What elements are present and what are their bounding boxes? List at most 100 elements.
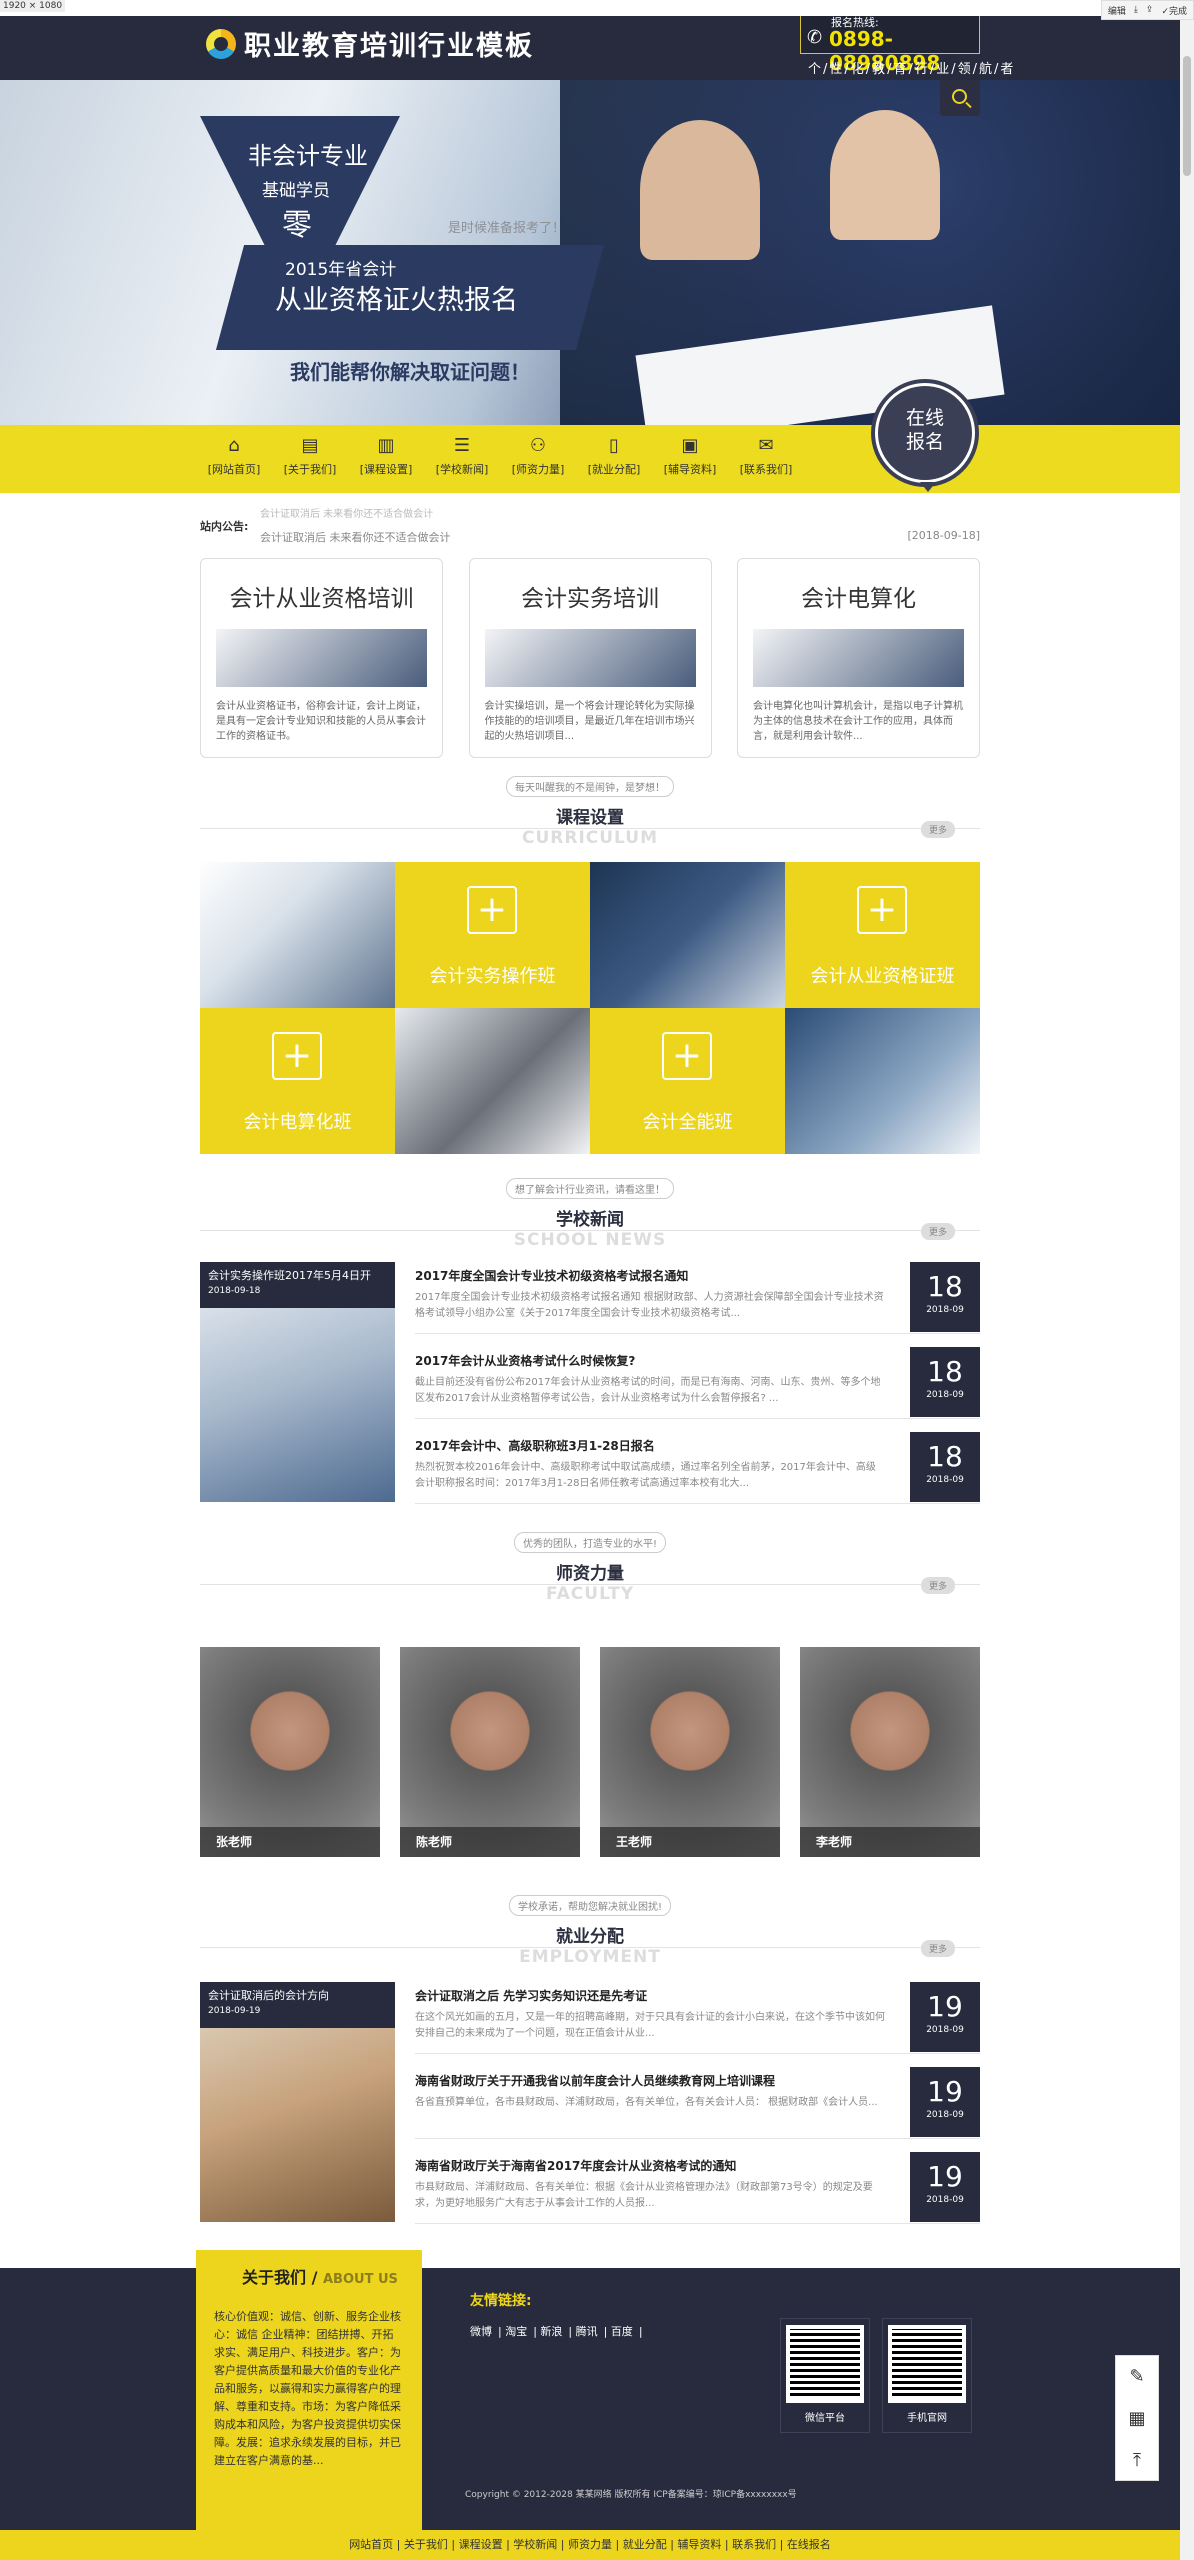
- course-title: 会计从业资格证班: [810, 966, 955, 987]
- employment-item[interactable]: 会计证取消之后 先学习实务知识还是先考证 在这个风光如画的五月，又是一年的招聘高峰…: [415, 1982, 980, 2054]
- employment-feature[interactable]: 会计证取消后的会计方向 2018-09-19: [200, 1982, 395, 2222]
- date-day: 18: [927, 1440, 963, 1473]
- course-tile[interactable]: + 会计全能班: [590, 1008, 785, 1154]
- online-signup-button[interactable]: 在线报名: [875, 383, 975, 492]
- qr-mobile[interactable]: 手机官网: [882, 2318, 972, 2433]
- course-tile[interactable]: + 会计实务操作班: [395, 862, 590, 1008]
- section-subtitle: FACULTY: [545, 1584, 635, 1604]
- employment-desc: 各省直预算单位，各市县财政局、洋浦财政局，各有关单位，各有关会计人员： 根据财政…: [415, 2097, 878, 2108]
- slogan: 个/性/化/教/育/行/业/领/航/者: [808, 62, 1016, 77]
- nav-item-contact[interactable]: ✉ [联系我们]: [728, 435, 804, 477]
- about-text: 核心价值观：诚信、创新、服务企业核心：诚信 企业精神：团结拼搏、开拓求实、满足用…: [214, 2310, 401, 2467]
- employment-item[interactable]: 海南省财政厅关于开通我省以前年度会计人员继续教育网上培训课程各省直预算单位，各市…: [415, 2067, 980, 2139]
- employment-item[interactable]: 海南省财政厅关于海南省2017年度会计从业资格考试的通知 市县财政局、洋浦财政局、…: [415, 2152, 980, 2224]
- search-button[interactable]: [940, 80, 980, 116]
- news-feature[interactable]: 会计实务操作班2017年5月4日开 2018-09-18: [200, 1262, 395, 1502]
- date-box: 18 2018-09: [910, 1432, 980, 1502]
- course-tile[interactable]: + 会计电算化班: [200, 1008, 395, 1154]
- more-button[interactable]: 更多: [920, 1223, 955, 1240]
- bottom-nav-item[interactable]: 学校新闻: [513, 2538, 557, 2551]
- teacher-card[interactable]: 陈老师: [400, 1647, 580, 1857]
- qr-label: 手机官网: [907, 2413, 947, 2424]
- feature-card[interactable]: 会计实务培训 会计实操培训，是一个将会计理论转化为实际操作技能的的培训项目，是最近…: [468, 558, 712, 758]
- nav-item-faculty[interactable]: ⚇ [师资力量]: [500, 435, 576, 477]
- course-tile[interactable]: + 会计从业资格证班: [785, 862, 980, 1008]
- nav-item-courses[interactable]: ▥ [课程设置]: [348, 435, 424, 477]
- news-title: 2017年度全国会计专业技术初级资格考试报名通知: [415, 1269, 689, 1283]
- share-icon[interactable]: ⇪: [1146, 5, 1154, 15]
- more-button[interactable]: 更多: [920, 821, 955, 838]
- teacher-list: 张老师 陈老师 王老师 李老师: [200, 1647, 980, 1857]
- teacher-name: 陈老师: [400, 1827, 580, 1857]
- scrollbar-thumb[interactable]: [1183, 56, 1191, 176]
- employment-title: 海南省财政厅关于开通我省以前年度会计人员继续教育网上培训课程: [415, 2074, 776, 2088]
- site-title: 职业教育培训行业模板: [244, 31, 534, 62]
- news-item[interactable]: 2017年会计中、高级职称班3月1-28日报名 热烈祝贺本校2016年会计中、高级…: [415, 1432, 980, 1504]
- date-box: 19 2018-09: [910, 2067, 980, 2137]
- bottom-nav-item[interactable]: 联系我们: [732, 2538, 776, 2551]
- bottom-nav-item[interactable]: 网站首页: [349, 2538, 393, 2551]
- download-icon[interactable]: ⤓: [1134, 5, 1138, 15]
- back-to-top-icon[interactable]: ⤒: [1116, 2440, 1158, 2482]
- nav-item-employment[interactable]: ▯ [就业分配]: [576, 435, 652, 477]
- nav-item-about[interactable]: ▤ [关于我们]: [272, 435, 348, 477]
- side-toolbar: ✎ ▦ ⤒: [1115, 2355, 1159, 2481]
- friend-link[interactable]: 微博: [470, 2325, 492, 2338]
- teacher-card[interactable]: 王老师: [600, 1647, 780, 1857]
- friend-link[interactable]: 新浪: [540, 2325, 562, 2338]
- copyright: Copyright © 2012-2028 某某网络 版权所有 ICP备案编号：…: [465, 2490, 797, 2500]
- bottom-nav-item[interactable]: 课程设置: [459, 2538, 503, 2551]
- section-divider: [200, 828, 980, 829]
- news-item[interactable]: 2017年度全国会计专业技术初级资格考试报名通知 2017年度全国会计专业技术初级…: [415, 1262, 980, 1334]
- section-header-curriculum: 每天叫醒我的不是闹钟，是梦想！ 课程设置 CURRICULUM 更多: [200, 776, 980, 848]
- nav-label: [学校新闻]: [435, 463, 489, 476]
- bottom-nav-item[interactable]: 在线报名: [787, 2538, 831, 2551]
- qr-wechat[interactable]: 微信平台: [780, 2318, 870, 2433]
- friend-link[interactable]: 淘宝: [505, 2325, 527, 2338]
- more-button[interactable]: 更多: [920, 1577, 955, 1594]
- nav-item-news[interactable]: ☰ [学校新闻]: [424, 435, 500, 477]
- plus-icon: +: [272, 1032, 322, 1080]
- section-title: 课程设置: [556, 808, 624, 828]
- feature-card[interactable]: 会计从业资格培训 会计从业资格证书，俗称会计证，会计上岗证，是具有一定会计专业知识…: [200, 558, 443, 758]
- course-title: 会计全能班: [642, 1112, 733, 1133]
- edit-icon[interactable]: ✎: [1116, 2356, 1158, 2398]
- notice-link[interactable]: 会计证取消后 未来看你还不适合做会计: [260, 529, 451, 545]
- done-button[interactable]: ✓完成: [1161, 4, 1187, 17]
- nav-item-materials[interactable]: ▣ [辅导资料]: [652, 435, 728, 477]
- employment-title: 海南省财政厅关于海南省2017年度会计从业资格考试的通知: [415, 2159, 737, 2173]
- course-title: 会计实务操作班: [429, 966, 556, 987]
- card-title: 会计电算化: [801, 586, 916, 612]
- qr-code-icon[interactable]: ▦: [1116, 2398, 1158, 2440]
- date-day: 19: [927, 1990, 963, 2023]
- scrollbar[interactable]: [1180, 16, 1194, 2560]
- nav-label: [师资力量]: [511, 463, 565, 476]
- nav-label: [就业分配]: [587, 463, 641, 476]
- employment-desc: 在这个风光如画的五月，又是一年的招聘高峰期，对于只具有会计证的会计小白来说，在这…: [415, 2012, 885, 2039]
- bottom-nav-item[interactable]: 师资力量: [568, 2538, 612, 2551]
- more-button[interactable]: 更多: [920, 1940, 955, 1957]
- news-item[interactable]: 2017年会计从业资格考试什么时候恢复? 截止目前还没有省份公布2017年会计从业…: [415, 1347, 980, 1419]
- banner-text-basic: 基础学员: [262, 181, 330, 201]
- edit-button[interactable]: 编辑: [1108, 4, 1126, 17]
- course-image: [785, 1008, 980, 1154]
- friend-link[interactable]: 腾讯: [576, 2325, 598, 2338]
- section-pill: 优秀的团队，打造专业的水平!: [513, 1532, 666, 1553]
- date-day: 18: [927, 1270, 963, 1303]
- bottom-nav-item[interactable]: 辅导资料: [677, 2538, 721, 2551]
- about-panel: 关于我们 / ABOUT US 核心价值观：诚信、创新、服务企业核心：诚信 企业…: [196, 2250, 422, 2550]
- date-box: 19 2018-09: [910, 1982, 980, 2052]
- section-pill: 学校承诺，帮助您解决就业困扰!: [508, 1895, 671, 1916]
- teacher-card[interactable]: 李老师: [800, 1647, 980, 1857]
- bottom-nav-item[interactable]: 就业分配: [623, 2538, 667, 2551]
- banner-help: 我们能帮你解决取证问题！: [290, 360, 530, 384]
- bottom-nav-item[interactable]: 关于我们: [404, 2538, 448, 2551]
- feature-card[interactable]: 会计电算化 会计电算化也叫计算机会计，是指以电子计算机为主体的信息技术在会计工作的…: [737, 558, 980, 758]
- news-title: 2017年会计从业资格考试什么时候恢复?: [415, 1354, 636, 1368]
- friend-link[interactable]: 百度: [611, 2325, 633, 2338]
- nav-item-home[interactable]: ⌂ [网站首页]: [196, 435, 272, 477]
- date-day: 19: [927, 2160, 963, 2193]
- teacher-card[interactable]: 张老师: [200, 1647, 380, 1857]
- hero-banner[interactable]: 非会计专业 基础学员 零 2015年省会计 从业资格证火热报名 是时候准备报考了…: [0, 80, 1180, 425]
- site-logo[interactable]: 职业教育培训行业模板: [206, 24, 534, 63]
